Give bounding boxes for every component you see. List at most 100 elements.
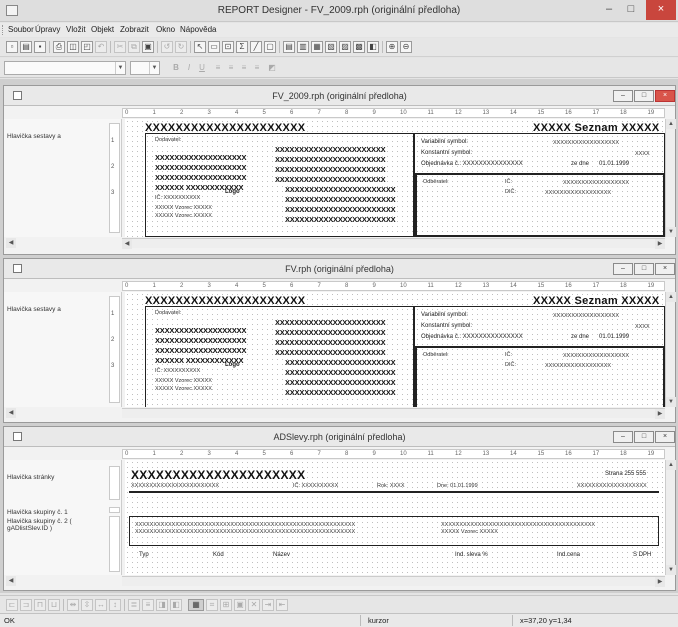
dic-label[interactable]: DIČ: [505,362,516,368]
supplier-line[interactable]: XXXXXXXXXXXXXXXXXXX [155,326,246,335]
chevron-down-icon[interactable]: ▼ [149,62,159,74]
ic-field[interactable]: IČ: XXXXXXXXXX [155,195,200,201]
scroll-right-icon[interactable]: ▶ [655,239,665,249]
odberatel-label[interactable]: Odběratel: [423,179,449,185]
supplier-line-right[interactable]: XXXXXXXXXXXXXXXXXXXXXXX [285,205,396,214]
dic-value[interactable]: XXXXXXXXXXXXXXXXXX [545,363,611,369]
spacing-v-icon[interactable]: ≡ [142,599,154,611]
section-label[interactable]: Hlavička sestavy a [7,133,61,140]
child-titlebar[interactable]: ADSlevy.rph (originální předloha) – □ × [4,427,675,447]
report-window-fv2009[interactable]: FV_2009.rph (originální předloha) – □ × … [3,85,676,255]
print-preview-icon[interactable]: ◫ [67,41,79,53]
section-label[interactable]: Hlavička sestavy a [7,306,61,313]
order-date-field[interactable]: 01.01.1999 [599,334,629,340]
ic-label[interactable]: IČ: [505,352,512,358]
vzorec-field[interactable]: XXXXX Vzorec XXXXX [155,205,212,211]
column-header-dph[interactable]: S DPH [633,552,651,558]
order-date-field[interactable]: 01.01.1999 [599,161,629,167]
align-bottom-edges-icon[interactable]: ⊔ [48,599,60,611]
vertical-scrollbar[interactable]: ▲ ▼ [665,460,676,575]
supplier-line-right[interactable]: XXXXXXXXXXXXXXXXXXXXXXX [285,185,396,194]
vs-label[interactable]: Variabilní symbol: [421,139,468,145]
tab-order-icon[interactable]: ⇥ [262,599,274,611]
dic-value[interactable]: XXXXXXXXXXXXXXXXXX [545,190,611,196]
align-top-edges-icon[interactable]: ⊓ [34,599,46,611]
vs-value[interactable]: XXXXXXXXXXXXXXXXXX [553,140,619,146]
footer-icon[interactable]: ▧ [325,41,337,53]
supplier-line-right[interactable]: XXXXXXXXXXXXXXXXXXXXXXX [285,195,396,204]
group2-field[interactable]: XXXXXXXXXXXXXXXXXXXXXXXXXXXXXXXXXXXXXXXX… [135,529,355,535]
supplier-line-right[interactable]: XXXXXXXXXXXXXXXXXXXXXXX [275,155,386,164]
menu-upravy[interactable]: Úpravy [35,25,60,34]
child-titlebar[interactable]: FV_2009.rph (originální předloha) – □ × [4,86,675,106]
save-icon[interactable]: ▪ [34,41,46,53]
redo-icon[interactable]: ↻ [175,41,187,53]
column-header-typ[interactable]: Typ [139,552,149,558]
menu-vlozit[interactable]: Vložit [66,25,86,34]
logo-placeholder[interactable]: Logo [225,189,240,195]
column-header-nazev[interactable]: Název [273,552,290,558]
ze-dne-label[interactable]: ze dne [571,334,589,340]
paste-icon[interactable]: ▣ [142,41,154,53]
report-window-adslevy[interactable]: ADSlevy.rph (originální předloha) – □ × … [3,426,676,591]
minimize-button[interactable]: – [598,0,620,20]
ks-label[interactable]: Konstantní symbol: [421,323,472,329]
zoom-in-icon[interactable]: ⊕ [386,41,398,53]
detail-icon[interactable]: ▦ [311,41,323,53]
open-icon[interactable]: ▤ [20,41,32,53]
supplier-line-right[interactable]: XXXXXXXXXXXXXXXXXXXXXXX [285,368,396,377]
report-canvas[interactable]: XXXXXXXXXXXXXXXXXXXXX XXXXX Seznam XXXXX… [125,119,665,237]
group-icon[interactable]: ▥ [297,41,309,53]
section-icon[interactable]: ▤ [283,41,295,53]
report-icon[interactable]: ▩ [353,41,365,53]
align-left-edges-icon[interactable]: ⊏ [6,599,18,611]
column-header-kod[interactable]: Kód [213,552,224,558]
bold-button[interactable]: B [170,62,182,74]
ic-value[interactable]: XXXXXXXXXXXXXXXXXX [563,180,629,186]
report-canvas[interactable]: XXXXXXXXXXXXXXXXXXXXX Strana 255 555 XXX… [125,460,665,575]
data-field-icon[interactable]: ⊡ [222,41,234,53]
cut-icon[interactable]: ✂ [114,41,126,53]
rectangle-icon[interactable]: ▢ [264,41,276,53]
horizontal-scrollbar[interactable]: ▶ [122,408,665,419]
scroll-right-icon[interactable]: ▶ [655,409,665,419]
supplier-line-right[interactable]: XXXXXXXXXXXXXXXXXXXXXXX [285,358,396,367]
scroll-left-icon[interactable]: ◀ [6,576,16,586]
report-canvas[interactable]: XXXXXXXXXXXXXXXXXXXXX XXXXX Seznam XXXXX… [125,292,665,407]
border-icon[interactable]: ▣ [234,599,246,611]
supplier-line-right[interactable]: XXXXXXXXXXXXXXXXXXXXXXX [275,348,386,357]
lock-icon[interactable]: ⊞ [220,599,232,611]
company-field[interactable]: XXXXXXXXXXXXXXXXXXXXXXXX [131,483,219,489]
dic-label[interactable]: DIČ: [505,189,516,195]
ze-dne-label[interactable]: ze dne [571,161,589,167]
ic-field[interactable]: IČ: XXXXXXXXXX [293,483,338,489]
scroll-up-icon[interactable]: ▲ [666,119,676,129]
report-window-fv[interactable]: FV.rph (originální předloha) – □ × 01234… [3,258,676,423]
undo2-icon[interactable]: ↺ [161,41,173,53]
line-icon[interactable]: ╱ [250,41,262,53]
group2-field[interactable]: XXXXXXXXXXXXXXXXXXXXXXXXXXXXXXXXXXXXXXXX… [441,522,595,528]
align-right-edges-icon[interactable]: ⊐ [20,599,32,611]
scroll-left-icon[interactable]: ◀ [6,408,16,418]
new-icon[interactable]: ▫ [6,41,18,53]
vzorec-field[interactable]: XXXXX Vzorec XXXXX [155,386,212,392]
odberatel-label[interactable]: Odběratel: [423,352,449,358]
snap-icon[interactable]: ⌗ [206,599,218,611]
bring-front-icon[interactable]: ◨ [156,599,168,611]
section-label-page-header[interactable]: Hlavička stránky [7,474,82,481]
center-horizontal-icon[interactable]: ⇹ [67,599,79,611]
formula-icon[interactable]: Σ [236,41,248,53]
date-field[interactable]: Dne: 01.01.1999 [437,483,478,489]
objednavka-field[interactable]: Objednávka č.: XXXXXXXXXXXXXXX [421,334,523,340]
ks-value[interactable]: XXXX [635,324,650,330]
menu-zobrazit[interactable]: Zobrazit [120,25,149,34]
supplier-line-right[interactable]: XXXXXXXXXXXXXXXXXXXXXXX [285,378,396,387]
vertical-scrollbar[interactable]: ▲ ▼ [665,119,676,237]
group2-field[interactable]: XXXXXXXXXXXXXXXXXXXXXXXXXXXXXXXXXXXXXXXX… [135,522,355,528]
same-height-icon[interactable]: ↕ [109,599,121,611]
child-minimize-button[interactable]: – [613,263,633,275]
supplier-line-right[interactable]: XXXXXXXXXXXXXXXXXXXXXXX [275,165,386,174]
menu-okno[interactable]: Okno [156,25,175,34]
text-field-icon[interactable]: ▭ [208,41,220,53]
horizontal-scrollbar[interactable]: ◀ ▶ [122,238,665,249]
